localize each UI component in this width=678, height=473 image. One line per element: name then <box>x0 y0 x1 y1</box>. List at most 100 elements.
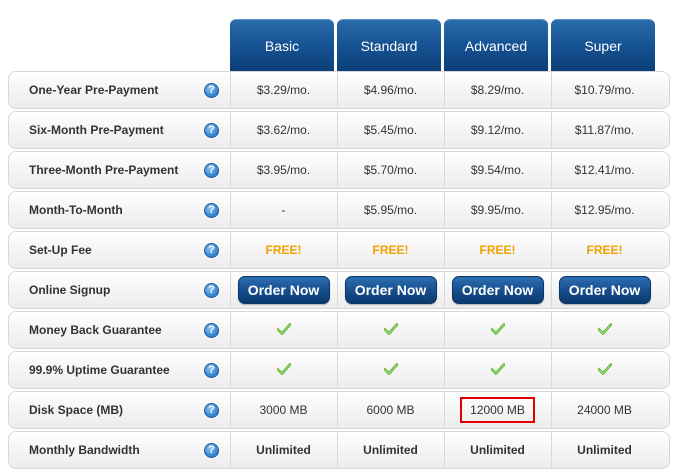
row-label: Money Back Guarantee <box>29 323 162 337</box>
table-cell <box>230 352 336 388</box>
table-cell: $12.41/mo. <box>551 152 657 188</box>
order-now-button[interactable]: Order Now <box>237 276 330 304</box>
help-icon[interactable]: ? <box>204 363 219 378</box>
table-row: Set-Up Fee? FREE! FREE! FREE! FREE! <box>8 231 670 269</box>
table-cell <box>444 352 550 388</box>
help-icon[interactable]: ? <box>204 243 219 258</box>
check-icon <box>276 362 291 378</box>
table-row: 99.9% Uptime Guarantee? <box>8 351 670 389</box>
table-cell: $5.95/mo. <box>337 192 443 228</box>
table-cell: Unlimited <box>551 432 657 468</box>
table-row: Online Signup? Order Now Order Now Order No… <box>8 271 670 309</box>
help-icon[interactable]: ? <box>204 83 219 98</box>
table-cell <box>551 352 657 388</box>
cell-value: $9.54/mo. <box>470 163 525 177</box>
table-cell: Unlimited <box>444 432 550 468</box>
table-cell <box>337 352 443 388</box>
table-row: Monthly Bandwidth? Unlimited Unlimited Unli… <box>8 431 670 469</box>
table-cell <box>337 312 443 348</box>
plan-header-basic: Basic <box>230 19 334 71</box>
cell-value: Unlimited <box>577 443 632 457</box>
table-row: Month-To-Month? - $5.95/mo. $9.95/mo. $12.95… <box>8 191 670 229</box>
plan-header-advanced: Advanced <box>444 19 548 71</box>
check-icon <box>383 362 398 378</box>
row-label: Disk Space (MB) <box>29 403 124 417</box>
check-icon <box>597 362 612 378</box>
table-cell <box>230 312 336 348</box>
cell-value: $12.95/mo. <box>574 203 635 217</box>
table-cell: 6000 MB <box>337 392 443 428</box>
table-row: Money Back Guarantee? <box>8 311 670 349</box>
help-icon[interactable]: ? <box>204 443 219 458</box>
table-cell: 24000 MB <box>551 392 657 428</box>
cell-value: $11.87/mo. <box>574 123 635 137</box>
plan-header-row: Basic Standard Advanced Super <box>230 19 658 71</box>
cell-value: $9.12/mo. <box>470 123 525 137</box>
cell-value: FREE! <box>586 243 623 257</box>
table-cell: $3.29/mo. <box>230 72 336 108</box>
table-cell: FREE! <box>337 232 443 268</box>
table-row: One-Year Pre-Payment? $3.29/mo. $4.96/mo. $… <box>8 71 670 109</box>
cell-value: $3.62/mo. <box>256 123 311 137</box>
table-row: Six-Month Pre-Payment? $3.62/mo. $5.45/mo.… <box>8 111 670 149</box>
plan-header-super: Super <box>551 19 655 71</box>
cell-value: $3.95/mo. <box>256 163 311 177</box>
help-icon[interactable]: ? <box>204 323 219 338</box>
order-now-button[interactable]: Order Now <box>344 276 437 304</box>
help-icon[interactable]: ? <box>204 403 219 418</box>
table-cell: $3.95/mo. <box>230 152 336 188</box>
table-cell: $9.12/mo. <box>444 112 550 148</box>
table-cell: $12.95/mo. <box>551 192 657 228</box>
table-cell: Order Now <box>230 272 336 308</box>
row-label: Online Signup <box>29 283 111 297</box>
row-label: 99.9% Uptime Guarantee <box>29 363 170 377</box>
cell-value: Unlimited <box>470 443 525 457</box>
table-cell: $8.29/mo. <box>444 72 550 108</box>
cell-value: $5.45/mo. <box>363 123 418 137</box>
table-row: Three-Month Pre-Payment? $3.95/mo. $5.70/m… <box>8 151 670 189</box>
highlighted-cell-value: 12000 MB <box>460 397 535 423</box>
row-label: Set-Up Fee <box>29 243 92 257</box>
table-cell <box>551 312 657 348</box>
cell-value: Unlimited <box>363 443 418 457</box>
cell-value: Unlimited <box>256 443 311 457</box>
help-icon[interactable]: ? <box>204 163 219 178</box>
check-icon <box>490 362 505 378</box>
help-icon[interactable]: ? <box>204 203 219 218</box>
cell-value: $10.79/mo. <box>574 83 635 97</box>
table-cell: $9.54/mo. <box>444 152 550 188</box>
table-cell: 3000 MB <box>230 392 336 428</box>
cell-value: - <box>281 203 286 217</box>
table-cell: FREE! <box>230 232 336 268</box>
cell-value: $5.95/mo. <box>363 203 418 217</box>
order-now-button[interactable]: Order Now <box>451 276 544 304</box>
table-cell: FREE! <box>551 232 657 268</box>
table-cell: - <box>230 192 336 228</box>
cell-value: $8.29/mo. <box>470 83 525 97</box>
order-now-button[interactable]: Order Now <box>558 276 651 304</box>
cell-value: $3.29/mo. <box>256 83 311 97</box>
table-cell: $10.79/mo. <box>551 72 657 108</box>
table-cell: FREE! <box>444 232 550 268</box>
cell-value: $4.96/mo. <box>363 83 418 97</box>
plan-header-standard: Standard <box>337 19 441 71</box>
help-icon[interactable]: ? <box>204 123 219 138</box>
table-cell: $4.96/mo. <box>337 72 443 108</box>
table-cell: $11.87/mo. <box>551 112 657 148</box>
table-cell: 12000 MB <box>444 392 550 428</box>
table-cell <box>444 312 550 348</box>
table-cell: Order Now <box>337 272 443 308</box>
table-cell: Unlimited <box>337 432 443 468</box>
table-cell: $5.70/mo. <box>337 152 443 188</box>
table-cell: Order Now <box>444 272 550 308</box>
table-cell: $5.45/mo. <box>337 112 443 148</box>
row-label: Six-Month Pre-Payment <box>29 123 164 137</box>
help-icon[interactable]: ? <box>204 283 219 298</box>
table-row: Disk Space (MB)? 3000 MB 6000 MB 12000 MB 24… <box>8 391 670 429</box>
row-label: One-Year Pre-Payment <box>29 83 159 97</box>
cell-value: 24000 MB <box>577 403 632 417</box>
table-cell: Unlimited <box>230 432 336 468</box>
check-icon <box>597 322 612 338</box>
check-icon <box>383 322 398 338</box>
row-label: Monthly Bandwidth <box>29 443 140 457</box>
